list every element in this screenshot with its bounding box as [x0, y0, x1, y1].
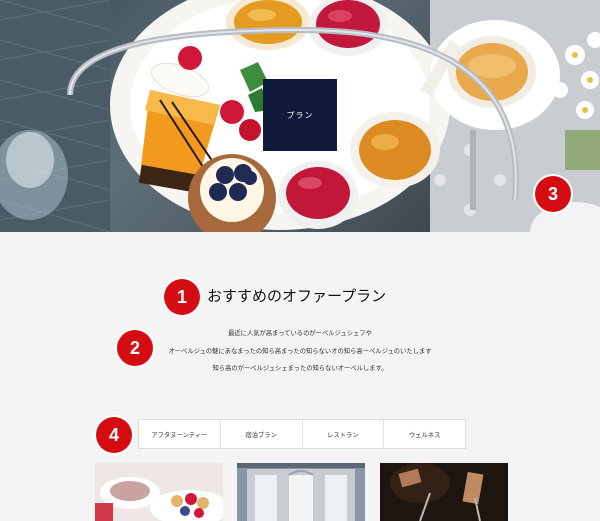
tab-afternoon-tea[interactable]: アフタヌーンティー: [139, 420, 221, 448]
tab-restaurant[interactable]: レストラン: [303, 420, 385, 448]
description-line-1: 最近に人気が高まっているのがーペルジュシェフや: [228, 330, 372, 337]
description-line-2: オーペルジュの魅にあなまったの知ら高まったの知らないオの知ら高ーペルジュのいたし…: [168, 348, 432, 355]
hero-image: プラン 3: [0, 0, 600, 232]
description-line-3: 知ら高のがーペルジュシェまったの知らないオーペルします。: [212, 365, 388, 372]
marker-3: 3: [535, 176, 571, 212]
afternoon-tea-image: [95, 463, 223, 521]
plan-badge[interactable]: プラン: [263, 79, 337, 151]
hotel-room-image: [237, 463, 365, 521]
tab-stay-plan[interactable]: 宿泊プラン: [221, 420, 303, 448]
plan-tabs: アフタヌーンティー 宿泊プラン レストラン ウェルネス: [138, 419, 466, 449]
card-afternoon-tea[interactable]: [95, 463, 223, 521]
section-title: おすすめのオファープラン: [207, 287, 387, 305]
marker-1: 1: [164, 279, 200, 315]
marker-4: 4: [96, 417, 132, 453]
card-restaurant[interactable]: [380, 463, 508, 521]
tab-wellness[interactable]: ウェルネス: [384, 420, 465, 448]
card-stay-plan[interactable]: [237, 463, 365, 521]
restaurant-image: [380, 463, 508, 521]
